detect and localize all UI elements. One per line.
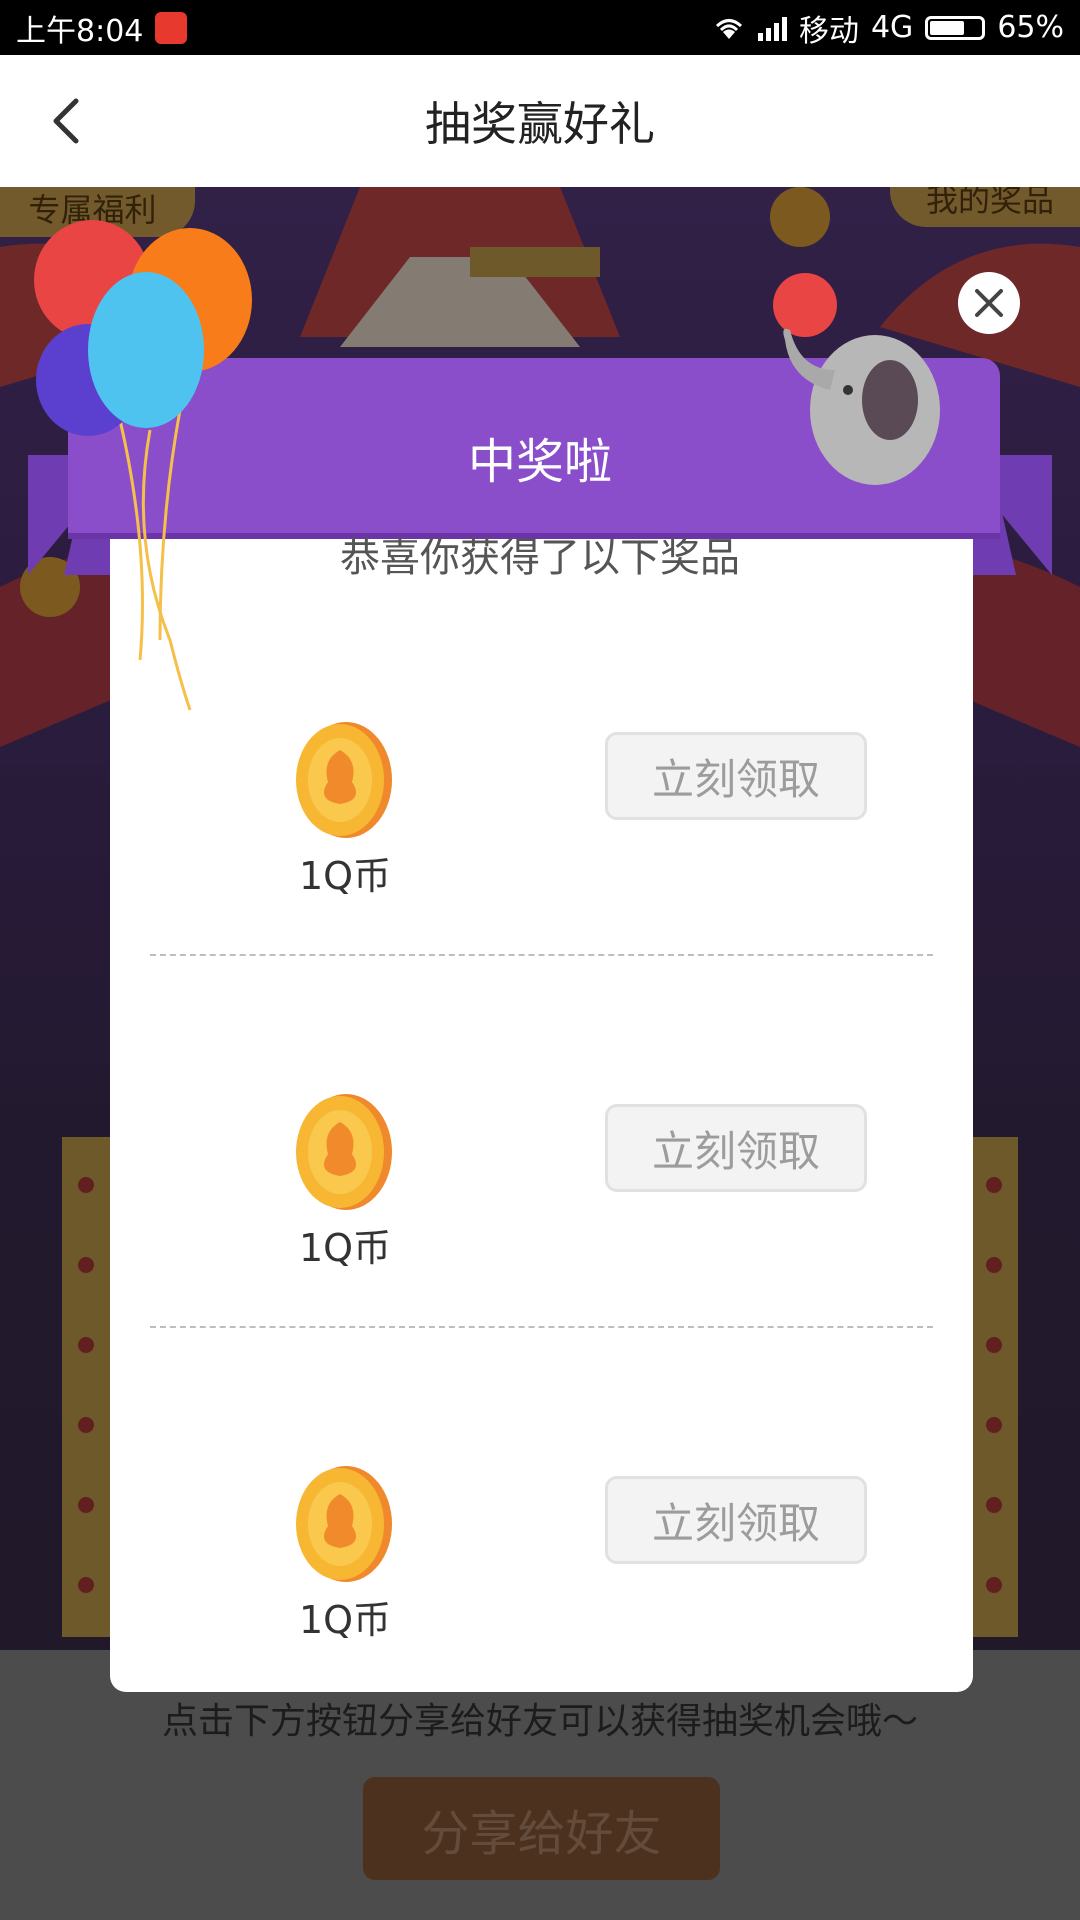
battery-label: 65% (997, 10, 1064, 45)
claim-button[interactable]: 立刻领取 (605, 1104, 867, 1192)
status-left: 上午8:04 (16, 6, 188, 50)
network-label: 4G (870, 10, 914, 45)
close-button[interactable] (958, 272, 1020, 334)
q-coin-icon (296, 1466, 392, 1582)
status-bar: 上午8:04 移动 4G 65% (0, 0, 1080, 55)
battery-icon (925, 15, 986, 40)
status-time: 上午8:04 (16, 13, 144, 49)
divider (150, 1326, 933, 1328)
q-coin-icon (296, 722, 392, 838)
back-button[interactable] (36, 89, 100, 153)
chevron-left-icon (53, 98, 79, 144)
prize-row: 1Q币 立刻领取 (110, 1404, 973, 1774)
prize-name: 1Q币 (298, 1598, 392, 1642)
carrier-label: 移动 (798, 13, 859, 49)
prize-name: 1Q币 (298, 1226, 392, 1270)
q-coin-icon (296, 1094, 392, 1210)
signal-icon (757, 15, 787, 41)
close-icon (975, 289, 1003, 317)
elephant-decoration (773, 273, 940, 485)
divider (150, 954, 933, 956)
claim-button[interactable]: 立刻领取 (605, 732, 867, 820)
title-bar: 抽奖赢好礼 (0, 55, 1080, 187)
prize-name: 1Q币 (298, 854, 392, 898)
status-right: 移动 4G 65% (712, 6, 1064, 50)
battery-fill (930, 20, 965, 35)
page-title: 抽奖赢好礼 (425, 97, 655, 151)
claim-button[interactable]: 立刻领取 (605, 1476, 867, 1564)
wifi-icon (715, 18, 742, 39)
balloons-decoration (34, 220, 252, 711)
prize-row: 1Q币 立刻领取 (110, 1032, 973, 1402)
app-notification-icon (155, 11, 188, 44)
